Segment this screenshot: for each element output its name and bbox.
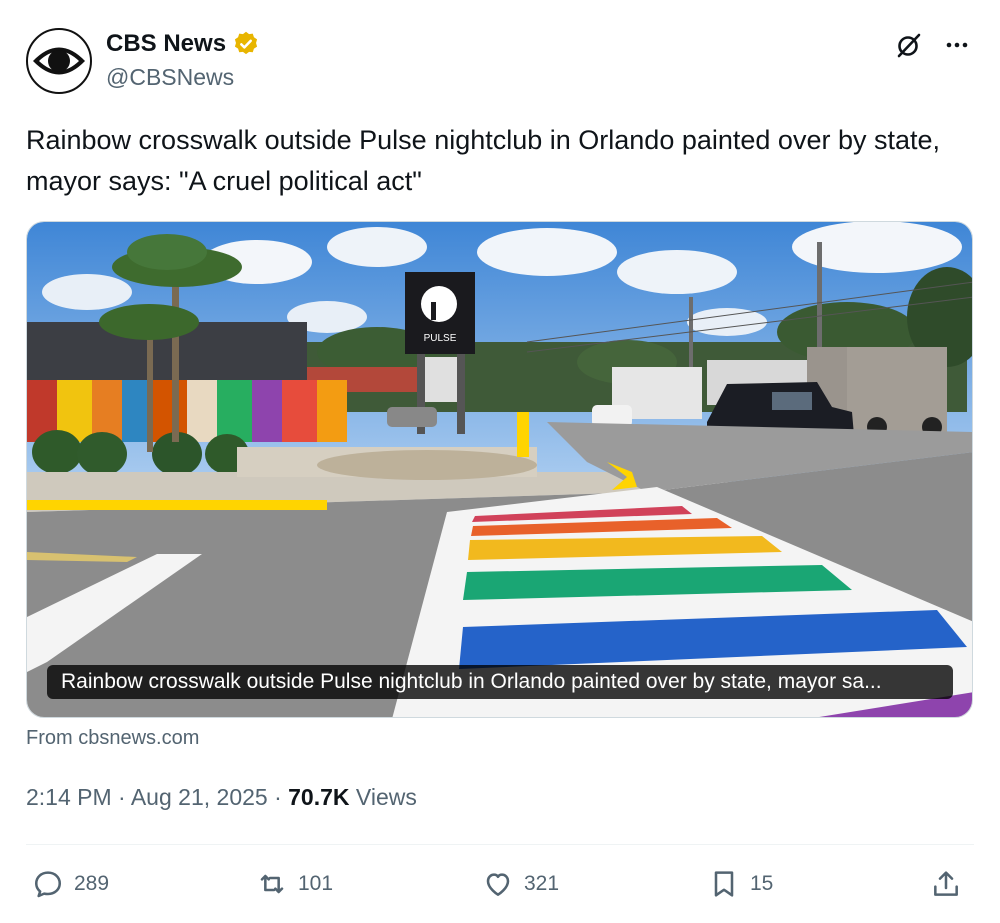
grok-icon[interactable]: [894, 30, 924, 60]
action-bar: 289 101 321 15: [0, 862, 1000, 908]
author-handle[interactable]: @CBSNews: [106, 64, 234, 91]
media-card[interactable]: PULSE Rainbow crosswalk outside Pulse ni…: [26, 221, 973, 718]
views-label: Views: [355, 784, 417, 810]
link-source[interactable]: From cbsnews.com: [26, 727, 199, 750]
reply-icon: [35, 871, 61, 898]
tweet-date[interactable]: Aug 21, 2025: [131, 784, 268, 810]
bookmark-count: 15: [750, 872, 774, 895]
verified-badge-icon: [234, 31, 258, 55]
repost-icon: [260, 874, 284, 894]
share-button[interactable]: [930, 868, 972, 900]
like-count: 321: [524, 872, 560, 895]
tweet-meta: 2:14 PM · Aug 21, 2025 · 70.7K Views: [26, 784, 417, 811]
avatar[interactable]: [26, 28, 92, 94]
cbs-eye-logo-icon: [31, 33, 87, 89]
crosswalk-photo: PULSE: [27, 222, 972, 717]
media-caption: Rainbow crosswalk outside Pulse nightclu…: [47, 665, 953, 699]
repost-button[interactable]: 101: [256, 868, 333, 900]
reply-button[interactable]: 289: [32, 868, 109, 900]
bookmark-button[interactable]: 15: [708, 868, 773, 900]
tweet-time[interactable]: 2:14 PM: [26, 784, 112, 810]
author-name[interactable]: CBS News: [106, 30, 226, 58]
repost-count: 101: [298, 872, 334, 895]
meta-separator: ·: [274, 784, 282, 810]
views-count: 70.7K: [288, 784, 350, 810]
tweet-text: Rainbow crosswalk outside Pulse nightclu…: [26, 125, 941, 196]
more-options-icon[interactable]: [942, 30, 972, 60]
divider: [26, 844, 974, 845]
reply-count: 289: [74, 872, 110, 895]
like-button[interactable]: 321: [482, 868, 559, 900]
share-icon: [934, 871, 958, 896]
bookmark-icon: [714, 871, 734, 897]
meta-separator: ·: [118, 784, 126, 810]
pulse-sign-text: PULSE: [424, 333, 457, 344]
heart-icon: [486, 873, 510, 896]
